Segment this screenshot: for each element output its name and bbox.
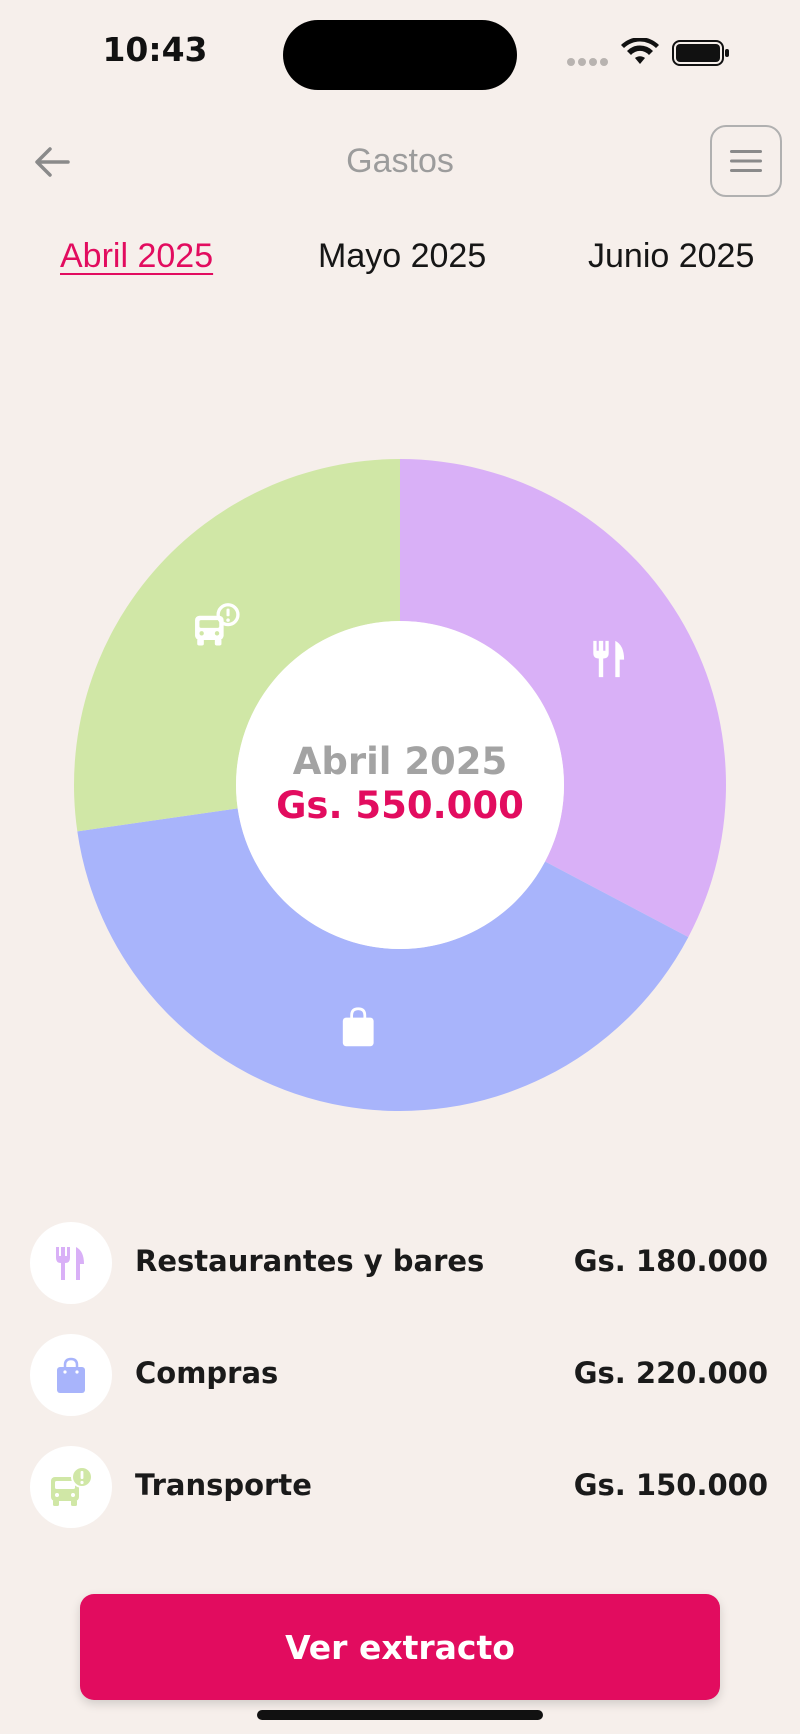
header: Gastos: [0, 120, 800, 210]
back-arrow-icon[interactable]: [30, 140, 74, 184]
chart-center-label: Abril 2025 Gs. 550.000: [250, 740, 550, 828]
category-name: Compras: [135, 1356, 279, 1390]
shopping-bag-icon: [57, 1357, 85, 1393]
status-bar: 10:43: [0, 0, 800, 110]
menu-button[interactable]: [710, 125, 782, 197]
page-title: Gastos: [346, 142, 454, 180]
cellular-signal-icon: [567, 58, 609, 66]
category-icon-circle: [30, 1446, 112, 1528]
category-row-shopping[interactable]: Compras Gs. 220.000: [0, 1334, 800, 1416]
dynamic-island: [283, 20, 517, 90]
hamburger-menu-icon: [730, 150, 762, 172]
tab-april-2025[interactable]: Abril 2025: [60, 237, 213, 276]
month-tabs: Abril 2025 Mayo 2025 Junio 2025: [0, 237, 800, 287]
bus-alert-icon: [51, 1466, 93, 1506]
fork-knife-icon: [56, 1247, 84, 1280]
category-icon-circle: [30, 1334, 112, 1416]
expense-donut-chart: Abril 2025 Gs. 550.000: [0, 440, 800, 1120]
category-name: Transporte: [135, 1468, 312, 1502]
category-amount: Gs. 180.000: [573, 1244, 768, 1278]
view-statement-button[interactable]: Ver extracto: [80, 1594, 720, 1700]
home-indicator: [257, 1710, 543, 1720]
tab-june-2025[interactable]: Junio 2025: [588, 237, 754, 276]
chart-center-month: Abril 2025: [292, 740, 508, 783]
battery-icon: [672, 40, 729, 66]
category-row-restaurants[interactable]: Restaurantes y bares Gs. 180.000: [0, 1222, 800, 1304]
chart-center-total: Gs. 550.000: [276, 784, 524, 827]
tab-may-2025[interactable]: Mayo 2025: [318, 237, 486, 276]
category-row-transport[interactable]: Transporte Gs. 150.000: [0, 1446, 800, 1528]
category-amount: Gs. 150.000: [573, 1468, 768, 1502]
category-icon-circle: [30, 1222, 112, 1304]
category-name: Restaurantes y bares: [135, 1244, 485, 1278]
wifi-icon: [621, 38, 659, 64]
status-time: 10:43: [102, 30, 208, 69]
category-amount: Gs. 220.000: [573, 1356, 768, 1390]
